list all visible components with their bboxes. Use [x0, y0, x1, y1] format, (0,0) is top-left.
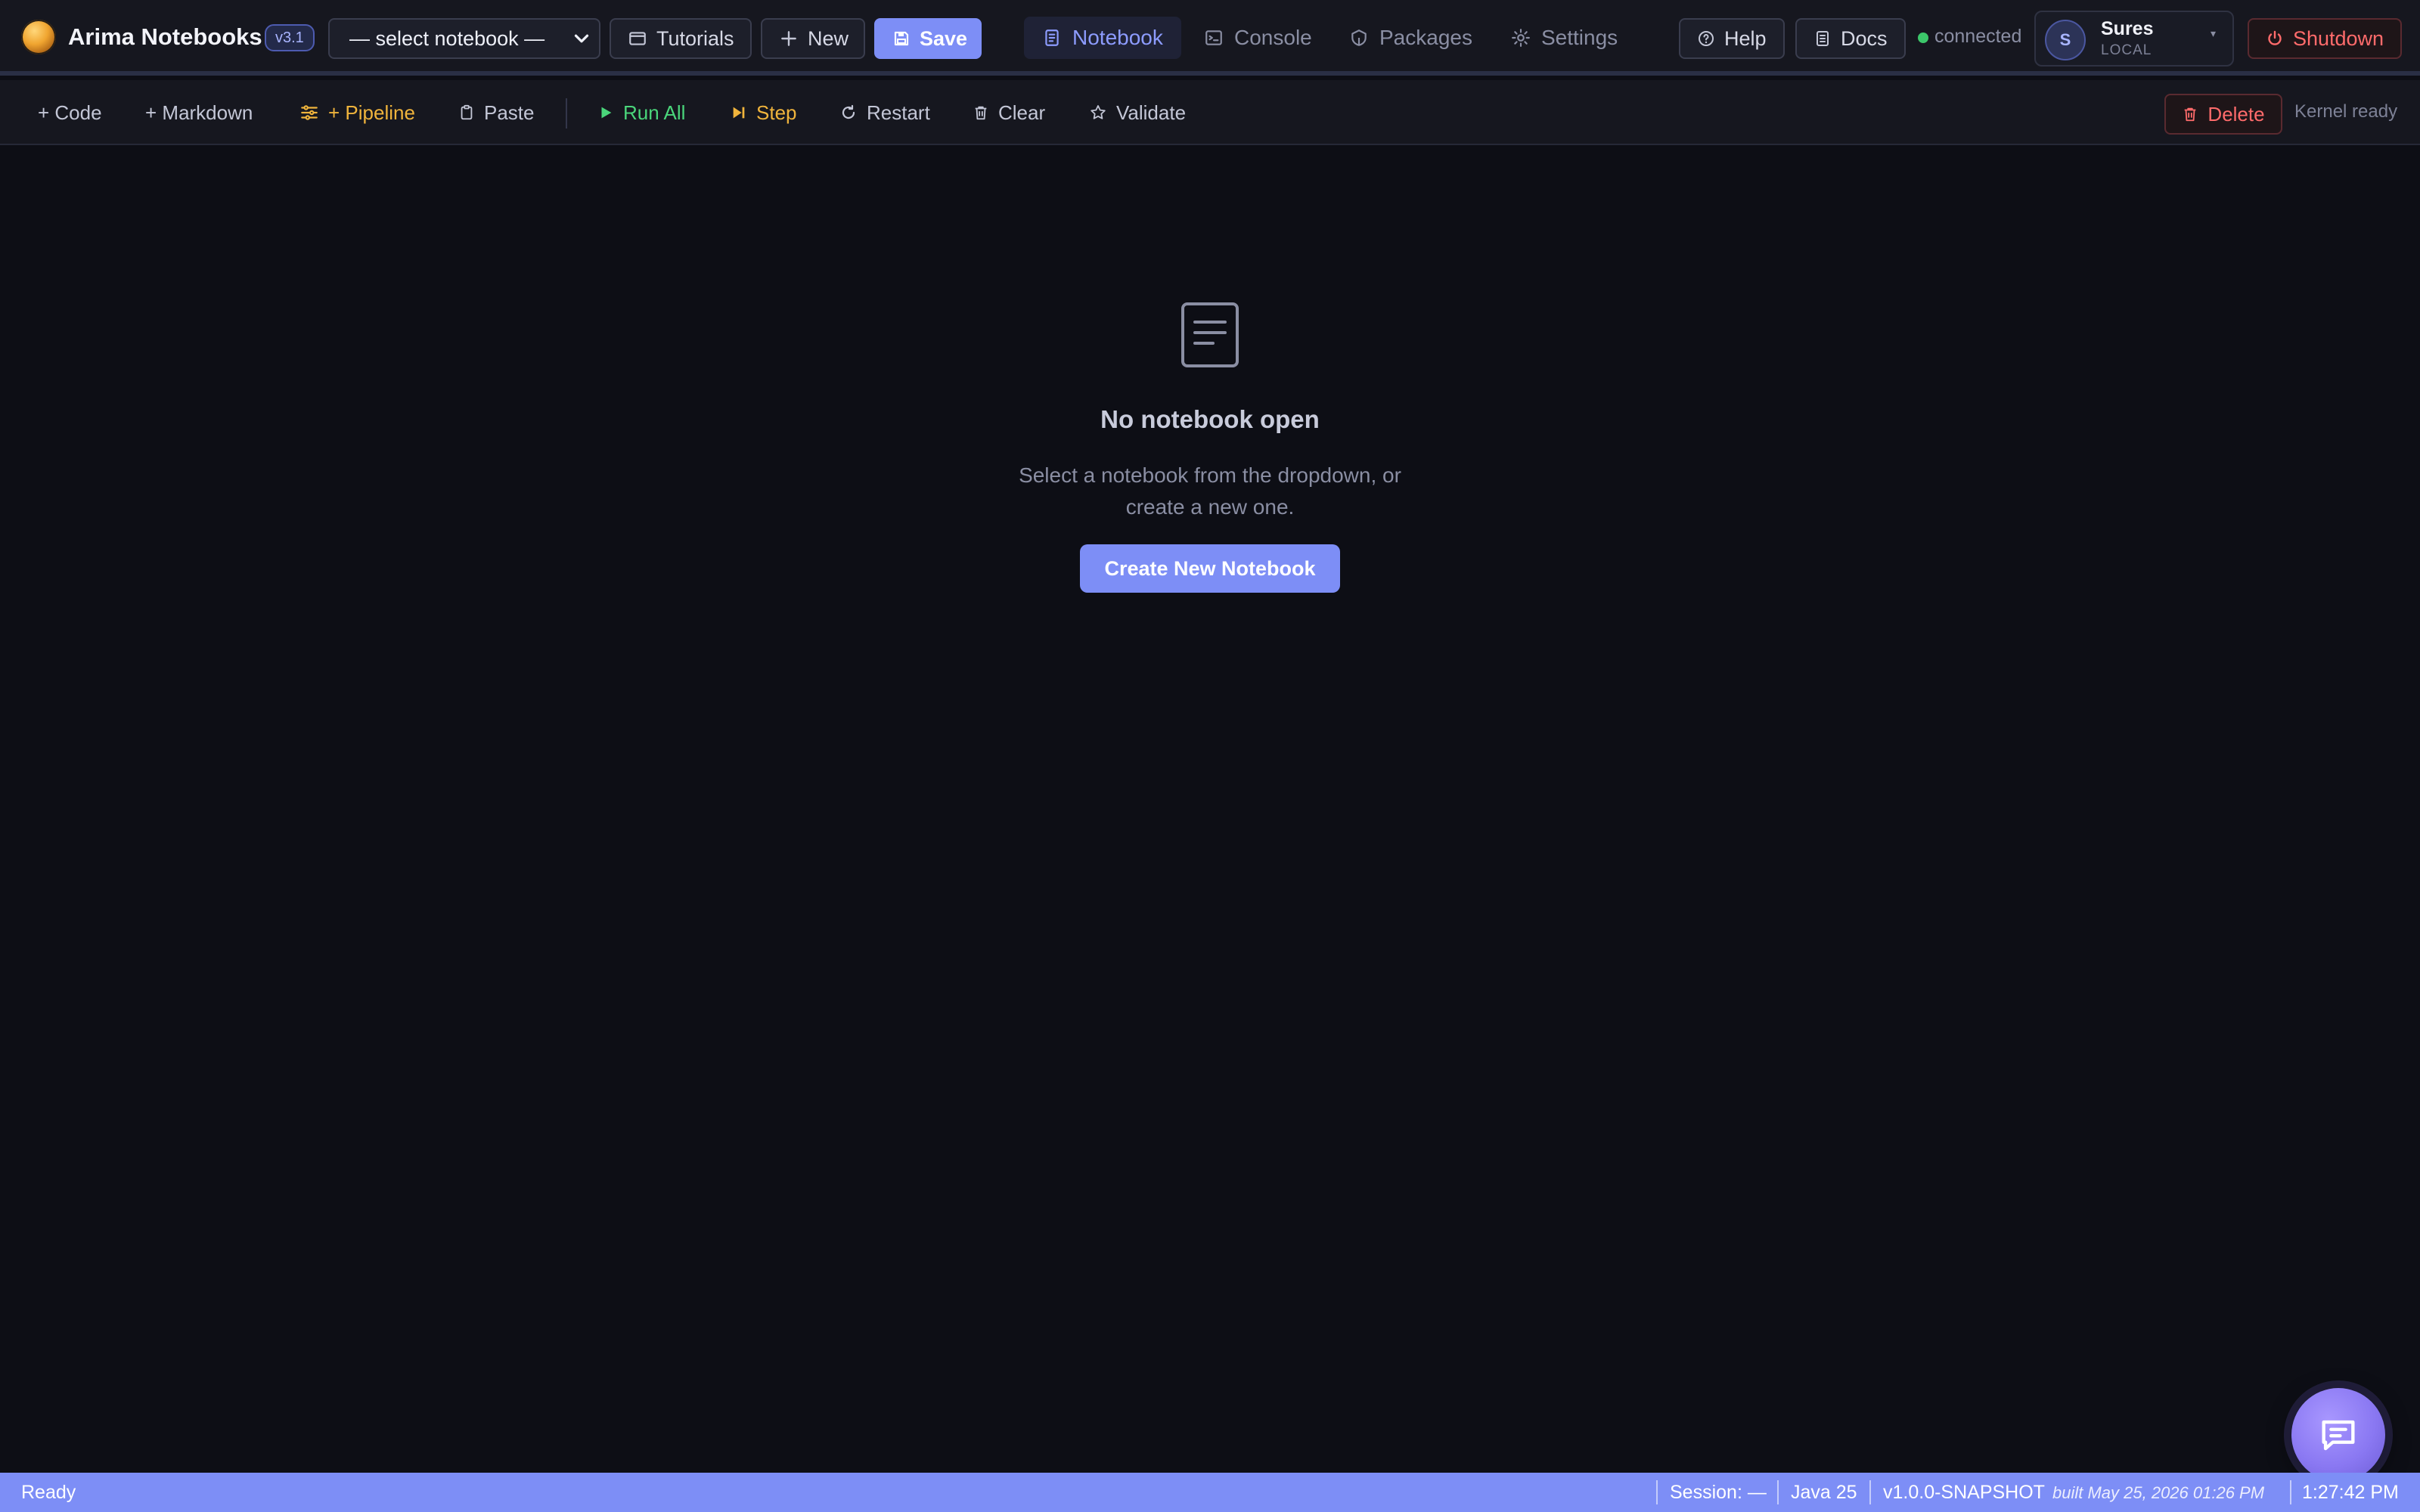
paste-button[interactable]: Paste	[458, 92, 535, 133]
new-button[interactable]: New	[761, 18, 865, 59]
app-logo	[21, 20, 56, 54]
shutdown-button[interactable]: Shutdown	[2248, 18, 2402, 59]
restart-icon	[839, 104, 858, 122]
app-title: Arima Notebooks	[68, 23, 262, 50]
delete-button[interactable]: Delete	[2164, 94, 2282, 135]
connection-status: connected	[1934, 26, 2022, 47]
add-pipeline-label: + Pipeline	[328, 101, 415, 124]
docs-label: Docs	[1841, 26, 1888, 50]
run-all-label: Run All	[623, 101, 686, 124]
add-markdown-label: + Markdown	[145, 101, 253, 124]
build-timestamp: built May 25, 2026 01:26 PM	[2052, 1483, 2265, 1502]
tutorials-button[interactable]: Tutorials	[610, 18, 752, 59]
document-icon	[1181, 302, 1239, 367]
chevron-down-icon	[570, 27, 593, 50]
star-icon	[1089, 104, 1107, 122]
power-icon	[2266, 29, 2284, 48]
chat-icon	[2316, 1413, 2360, 1457]
step-button[interactable]: Step	[731, 92, 797, 133]
validate-button[interactable]: Validate	[1089, 92, 1186, 133]
trash-icon	[973, 104, 989, 122]
empty-state-description: Select a notebook from the dropdown, or …	[1019, 463, 1401, 519]
tab-console-label: Console	[1234, 26, 1312, 49]
paste-label: Paste	[484, 101, 535, 124]
user-role: LOCAL	[2101, 42, 2152, 58]
new-label: New	[808, 26, 849, 50]
status-divider	[1869, 1480, 1871, 1504]
user-menu[interactable]: S Sures LOCAL ▾	[2034, 11, 2234, 67]
tab-console[interactable]: Console	[1186, 17, 1330, 59]
play-icon	[597, 104, 614, 122]
tab-settings[interactable]: Settings	[1493, 17, 1636, 59]
restart-button[interactable]: Restart	[839, 92, 930, 133]
tab-packages[interactable]: Packages	[1331, 17, 1491, 59]
status-bar: Ready Session: — Java 25 v1.0.0-SNAPSHOT…	[0, 1473, 2420, 1512]
step-forward-icon	[731, 104, 747, 122]
app-state: Ready	[21, 1482, 76, 1503]
empty-state-title: No notebook open	[1100, 405, 1320, 433]
save-button[interactable]: Save	[874, 18, 982, 59]
package-icon	[1349, 28, 1369, 48]
add-markdown-button[interactable]: + Markdown	[145, 92, 253, 133]
help-button[interactable]: Help	[1679, 18, 1785, 59]
session-status: Session: —	[1670, 1482, 1767, 1503]
save-icon	[892, 29, 911, 48]
avatar: S	[2045, 20, 2086, 60]
clear-label: Clear	[998, 101, 1046, 124]
run-all-button[interactable]: Run All	[597, 92, 685, 133]
add-code-label: + Code	[38, 101, 102, 124]
gear-icon	[1511, 28, 1531, 48]
notebook-select-value: — select notebook —	[349, 27, 545, 50]
tutorials-label: Tutorials	[656, 26, 734, 50]
help-label: Help	[1724, 26, 1767, 50]
clock: 1:27:42 PM	[2302, 1482, 2399, 1503]
user-name: Sures	[2101, 18, 2154, 39]
add-code-button[interactable]: + Code	[38, 92, 102, 133]
save-label: Save	[920, 26, 968, 50]
version-badge: v3.1	[265, 24, 315, 51]
delete-label: Delete	[2207, 102, 2265, 125]
trash-icon	[2182, 105, 2198, 123]
terminal-icon	[1204, 28, 1224, 48]
docs-button[interactable]: Docs	[1795, 18, 1906, 59]
help-icon	[1697, 29, 1715, 48]
validate-label: Validate	[1116, 101, 1187, 124]
status-divider	[1777, 1480, 1779, 1504]
connection-status-dot	[1918, 33, 1928, 43]
tab-packages-label: Packages	[1379, 26, 1472, 49]
chat-assistant-button[interactable]	[2291, 1388, 2385, 1482]
kernel-status: Kernel ready	[2294, 101, 2398, 122]
notebook-select[interactable]: — select notebook —	[328, 18, 600, 59]
notebook-icon	[1042, 28, 1062, 48]
docs-icon	[1813, 29, 1832, 48]
status-divider	[1656, 1480, 1658, 1504]
toolbar-divider	[566, 98, 567, 129]
java-version: Java 25	[1791, 1482, 1857, 1503]
step-label: Step	[756, 101, 797, 124]
pipeline-icon	[299, 103, 319, 122]
create-notebook-button[interactable]: Create New Notebook	[1080, 544, 1340, 593]
add-pipeline-button[interactable]: + Pipeline	[299, 92, 415, 133]
tab-settings-label: Settings	[1541, 26, 1618, 49]
caret-down-icon: ▾	[2210, 27, 2216, 39]
restart-label: Restart	[867, 101, 930, 124]
tab-notebook[interactable]: Notebook	[1024, 17, 1181, 59]
plus-icon	[779, 29, 799, 48]
shutdown-label: Shutdown	[2292, 26, 2384, 50]
clipboard-icon	[458, 104, 475, 122]
tutorials-icon	[628, 29, 647, 48]
tab-notebook-label: Notebook	[1072, 26, 1163, 49]
app-build-version: v1.0.0-SNAPSHOT	[1883, 1482, 2045, 1503]
clear-button[interactable]: Clear	[973, 92, 1045, 133]
status-divider	[2290, 1480, 2291, 1504]
